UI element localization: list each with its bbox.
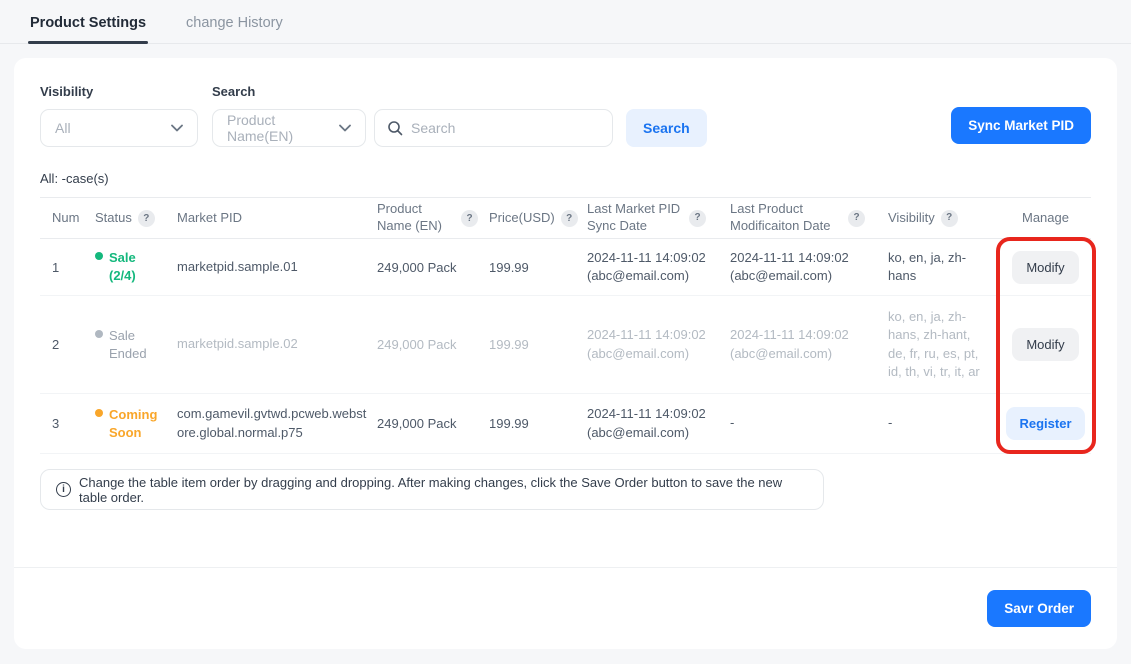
col-num: Num	[52, 210, 79, 227]
status-dot-icon	[95, 409, 103, 417]
market-pid-value: com.gamevil.gvtwd.pcweb.webstore.global.…	[177, 405, 377, 441]
status-badge: ComingSoon	[109, 406, 157, 441]
table-header-row: Num Status ? Market PID Product Name (EN…	[40, 197, 1091, 239]
case-count-summary: All: -case(s)	[40, 171, 1091, 186]
mod-date-value: 2024-11-11 14:09:02 (abc@email.com)	[730, 249, 888, 285]
market-pid-value: marketpid.sample.02	[177, 335, 377, 353]
price-help-icon[interactable]: ?	[561, 210, 578, 227]
status-badge: Sale Ended	[109, 327, 167, 362]
price-value: 199.99	[489, 416, 587, 431]
col-product-name: Product Name (EN)	[377, 201, 455, 235]
filters-row: Visibility All Search Product Name(EN)	[40, 84, 1091, 147]
visibility-value: ko, en, ja, zh-hans	[888, 249, 1000, 285]
products-table: Num Status ? Market PID Product Name (EN…	[40, 197, 1091, 454]
info-text: Change the table item order by dragging …	[79, 475, 808, 505]
product-name-help-icon[interactable]: ?	[461, 210, 478, 227]
col-price: Price(USD)	[489, 210, 555, 227]
col-manage: Manage	[1022, 210, 1069, 227]
price-value: 199.99	[489, 337, 587, 352]
drag-drop-info-box: i Change the table item order by draggin…	[40, 469, 824, 510]
visibility-select[interactable]: All	[40, 109, 198, 147]
status-dot-icon	[95, 330, 103, 338]
search-type-select-value: Product Name(EN)	[227, 112, 339, 144]
mod-date-value: -	[730, 414, 888, 432]
price-value: 199.99	[489, 260, 587, 275]
status-badge: Sale(2/4)	[109, 249, 136, 284]
register-button[interactable]: Register	[1006, 407, 1084, 440]
col-visibility: Visibility	[888, 210, 935, 227]
table-row[interactable]: 3 ComingSoon com.gamevil.gvtwd.pcweb.web…	[40, 394, 1091, 454]
chevron-down-icon	[339, 124, 351, 132]
status-help-icon[interactable]: ?	[138, 210, 155, 227]
card-footer: Savr Order	[14, 567, 1117, 649]
row-num: 3	[40, 416, 95, 431]
visibility-value: -	[888, 414, 1000, 432]
sync-date-help-icon[interactable]: ?	[689, 210, 706, 227]
sync-market-pid-button[interactable]: Sync Market PID	[951, 107, 1091, 144]
mod-date-help-icon[interactable]: ?	[848, 210, 865, 227]
tab-change-history[interactable]: change History	[184, 0, 285, 43]
market-pid-value: marketpid.sample.01	[177, 258, 377, 276]
modify-button[interactable]: Modify	[1012, 251, 1078, 284]
col-status: Status	[95, 210, 132, 227]
product-name-value: 249,000 Pack	[377, 337, 489, 352]
tab-bar: Product Settings change History	[0, 0, 1131, 44]
product-name-value: 249,000 Pack	[377, 260, 489, 275]
search-icon	[387, 120, 403, 136]
search-input[interactable]	[411, 120, 600, 136]
visibility-help-icon[interactable]: ?	[941, 210, 958, 227]
row-num: 2	[40, 337, 95, 352]
col-market-pid: Market PID	[177, 210, 242, 227]
table-row[interactable]: 1 Sale(2/4) marketpid.sample.01 249,000 …	[40, 239, 1091, 296]
col-sync-date: Last Market PID Sync Date	[587, 201, 683, 235]
product-settings-panel: Visibility All Search Product Name(EN)	[14, 58, 1117, 649]
sync-date-value: 2024-11-11 14:09:02 (abc@email.com)	[587, 405, 730, 441]
row-num: 1	[40, 260, 95, 275]
product-name-value: 249,000 Pack	[377, 416, 489, 431]
tab-product-settings[interactable]: Product Settings	[28, 0, 148, 43]
visibility-value: ko, en, ja, zh-hans, zh-hant, de, fr, ru…	[888, 308, 1000, 381]
save-order-button[interactable]: Savr Order	[987, 590, 1091, 627]
visibility-select-value: All	[55, 120, 71, 136]
status-dot-icon	[95, 252, 103, 260]
sync-date-value: 2024-11-11 14:09:02 (abc@email.com)	[587, 326, 730, 362]
search-type-select[interactable]: Product Name(EN)	[212, 109, 366, 147]
search-filter-label: Search	[212, 84, 707, 99]
mod-date-value: 2024-11-11 14:09:02 (abc@email.com)	[730, 326, 888, 362]
search-input-wrapper	[374, 109, 613, 147]
modify-button[interactable]: Modify	[1012, 328, 1078, 361]
search-button[interactable]: Search	[626, 109, 707, 147]
table-row[interactable]: 2 Sale Ended marketpid.sample.02 249,000…	[40, 296, 1091, 394]
col-mod-date: Last Product Modificaiton Date	[730, 201, 842, 235]
sync-date-value: 2024-11-11 14:09:02 (abc@email.com)	[587, 249, 730, 285]
chevron-down-icon	[171, 124, 183, 132]
info-icon: i	[56, 482, 71, 497]
visibility-filter-label: Visibility	[40, 84, 198, 99]
